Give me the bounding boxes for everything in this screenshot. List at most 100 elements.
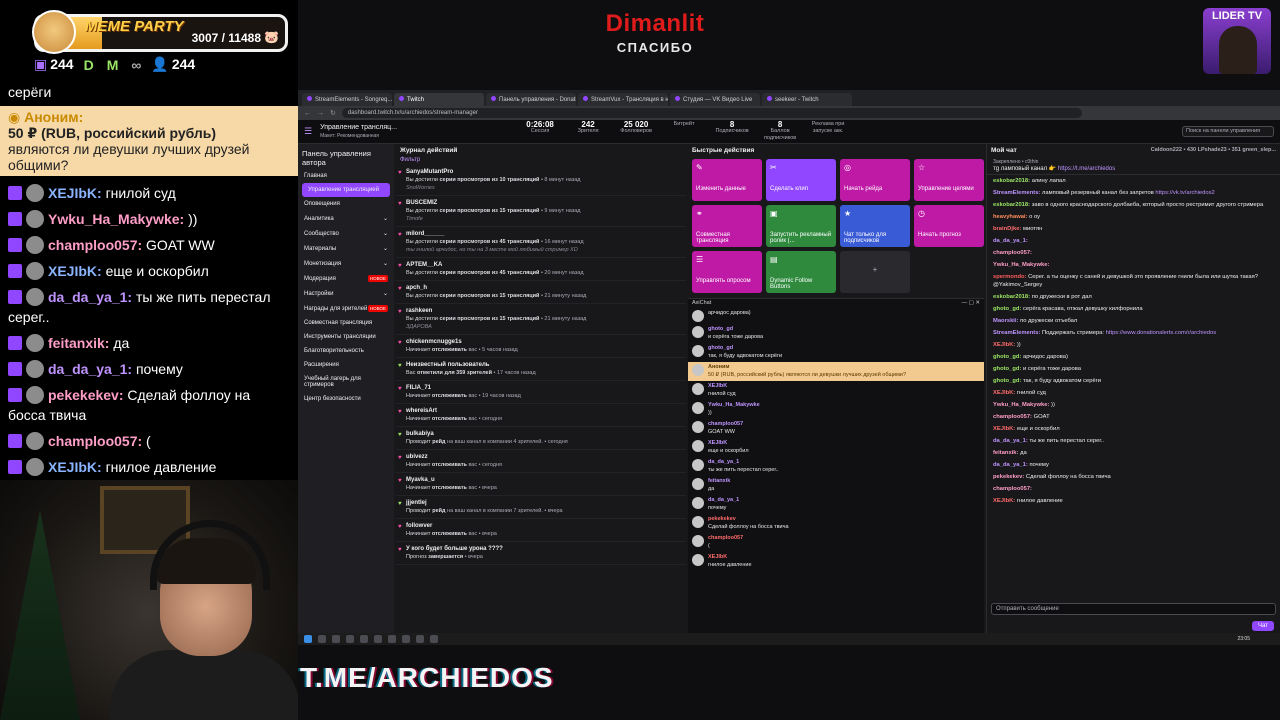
sidenav-item[interactable]: Совместная трансляция bbox=[298, 316, 394, 330]
menu-icon[interactable]: ☰ bbox=[304, 126, 312, 137]
chat-username[interactable]: XEJIbK: bbox=[993, 390, 1015, 396]
chat-username[interactable]: eskobar2018: bbox=[993, 178, 1030, 184]
chat-username[interactable]: da_da_ya_1: bbox=[993, 462, 1028, 468]
back-icon[interactable]: ← bbox=[304, 110, 311, 117]
dashboard-search-input[interactable]: Поиск на панели управления bbox=[1182, 126, 1274, 137]
sidenav-item[interactable]: Модерация НОВОЕ bbox=[298, 271, 394, 286]
chat-username[interactable]: ghoto_gd: bbox=[993, 378, 1021, 384]
chat-username[interactable]: eskobar2018: bbox=[993, 294, 1030, 300]
quick-action-button[interactable]: ⚭ Совместная трансляция bbox=[692, 205, 762, 247]
taskbar-app-icon[interactable] bbox=[360, 635, 368, 643]
quick-action-button[interactable]: ☆ Управление целями bbox=[914, 159, 984, 201]
chat-username[interactable]: pekekekev: bbox=[993, 474, 1024, 480]
taskbar-app-icon[interactable] bbox=[388, 635, 396, 643]
chat-username[interactable]: XEJIbK: bbox=[993, 342, 1015, 348]
taskbar-app-icon[interactable] bbox=[332, 635, 340, 643]
activity-item[interactable]: ♥ Myavka_u Начинает отслеживать вас • вчер… bbox=[396, 473, 686, 496]
taskbar-app-icon[interactable] bbox=[430, 635, 438, 643]
chat-username[interactable]: Ywku_Ha_Makywke: bbox=[993, 402, 1049, 408]
activity-item[interactable]: ♥ FILIA_71 Начинает отслеживать вас • 19 ч… bbox=[396, 381, 686, 404]
browser-tab[interactable]: seekeer - Twitch bbox=[762, 93, 852, 106]
sidenav-item[interactable]: Благотворительность bbox=[298, 344, 394, 358]
taskbar-app-icon[interactable] bbox=[402, 635, 410, 643]
quick-action-button[interactable]: ◷ Начать прогноз bbox=[914, 205, 984, 247]
chat-username[interactable]: StreamElements: bbox=[993, 190, 1040, 196]
activity-item[interactable]: ♥ milord______ Вы достигли серии просмотро… bbox=[396, 227, 686, 258]
sidenav-item[interactable]: Сообщество ⌄ bbox=[298, 226, 394, 241]
quick-action-button[interactable]: ▤ Dynamic Follow Buttons bbox=[766, 251, 836, 293]
window-controls-icon[interactable]: — ▢ ✕ bbox=[962, 300, 980, 307]
reload-icon[interactable]: ↻ bbox=[330, 109, 336, 117]
activity-item[interactable]: ♥ BUSCEMIZ Вы достигли серии просмотров из… bbox=[396, 196, 686, 227]
browser-tab[interactable]: Панель управления - DonationAl... bbox=[486, 93, 576, 106]
activity-item[interactable]: ♥ Неизвестный пользователь Вас отметили дл… bbox=[396, 358, 686, 381]
quick-action-button[interactable]: ☰ Управлять опросом bbox=[692, 251, 762, 293]
chat-username[interactable]: da_da_ya_1: bbox=[993, 238, 1028, 244]
activity-item[interactable]: ♥ jjjentlej Проводит рейд на ваш канал в к… bbox=[396, 496, 686, 519]
activity-heading[interactable]: Журнал действий bbox=[396, 144, 686, 157]
chat-username[interactable]: eskobar2018: bbox=[993, 202, 1030, 208]
sidenav-item[interactable]: Награды для зрителей НОВОЕ bbox=[298, 301, 394, 316]
browser-tab[interactable]: Twitch bbox=[394, 93, 484, 106]
search-icon[interactable] bbox=[318, 635, 326, 643]
sidenav-item[interactable]: Инструменты трансляции bbox=[298, 330, 394, 344]
sidenav-item[interactable]: Настройки ⌄ bbox=[298, 286, 394, 301]
chat-username[interactable]: champloo057: bbox=[993, 414, 1032, 420]
start-icon[interactable] bbox=[304, 635, 312, 643]
chat-username[interactable]: brainDjke: bbox=[993, 226, 1021, 232]
chat-username[interactable]: champloo057: bbox=[993, 486, 1032, 492]
taskbar-app-icon[interactable] bbox=[374, 635, 382, 643]
sidenav-item[interactable]: Расширения bbox=[298, 358, 394, 372]
sidenav-item[interactable]: Главная bbox=[298, 169, 394, 183]
chat-link[interactable]: https://vk.tv/archiedos2 bbox=[1155, 190, 1214, 196]
chat-username[interactable]: Maorskii: bbox=[993, 318, 1018, 324]
sidenav-item[interactable]: Оповещения bbox=[298, 197, 394, 211]
sidenav-item[interactable]: Учебный лагерь для стримеров bbox=[298, 372, 394, 392]
chat-username[interactable]: spermondo: bbox=[993, 274, 1027, 280]
chat-send-button[interactable]: Чат bbox=[1252, 621, 1274, 631]
taskbar-app-icon[interactable] bbox=[346, 635, 354, 643]
chat-input[interactable]: Отправить сообщение bbox=[991, 603, 1276, 615]
chat-username[interactable]: XEJIbK: bbox=[993, 498, 1015, 504]
chat-username[interactable]: champloo057: bbox=[993, 250, 1032, 256]
chat-username[interactable]: Ywku_Ha_Makywke: bbox=[993, 262, 1049, 268]
pinned-link[interactable]: https://t.me/archiedos bbox=[1058, 166, 1115, 172]
add-quick-action-button[interactable]: + bbox=[840, 251, 910, 293]
quick-action-button[interactable]: ◎ Начать рейда bbox=[840, 159, 910, 201]
sidenav-item[interactable]: Центр безопасности bbox=[298, 392, 394, 406]
chat-link[interactable]: https://www.donationalerts.com/r/archied… bbox=[1106, 330, 1217, 336]
activity-item[interactable]: ♥ whereisArt Начинает отслеживать вас • се… bbox=[396, 404, 686, 427]
chat-username[interactable]: heavyhawai: bbox=[993, 214, 1027, 220]
activity-item[interactable]: ♥ SanyaMutantPro Вы достигли серии просмот… bbox=[396, 165, 686, 196]
sidenav-item[interactable]: Монетизация ⌄ bbox=[298, 256, 394, 271]
browser-tab[interactable]: Студия — VK Видео Live bbox=[670, 93, 760, 106]
activity-item[interactable]: ♥ APTEM__KA Вы достигли серии просмотров и… bbox=[396, 258, 686, 281]
activity-item[interactable]: ♥ apch_h Вы достигли серии просмотров из 1… bbox=[396, 281, 686, 304]
activity-item[interactable]: ♥ bulkabiya Проводит рейд на ваш канал в к… bbox=[396, 427, 686, 450]
chat-username[interactable]: da_da_ya_1: bbox=[993, 438, 1028, 444]
sidenav-item[interactable]: Управление трансляцией bbox=[302, 183, 390, 197]
chat-username[interactable]: ghoto_gd: bbox=[993, 366, 1021, 372]
activity-item[interactable]: ♥ У кого будет больше урона ???? Прогноз з… bbox=[396, 542, 686, 565]
quick-action-button[interactable]: ✂ Сделать клип bbox=[766, 159, 836, 201]
activity-item[interactable]: ♥ ubivezz Начинает отслеживать вас • сегод… bbox=[396, 450, 686, 473]
chat-username[interactable]: XEJIbK: bbox=[993, 426, 1015, 432]
taskbar-app-icon[interactable] bbox=[416, 635, 424, 643]
url-field[interactable]: dashboard.twitch.tv/u/archiedos/stream-m… bbox=[341, 108, 1082, 118]
browser-tab[interactable]: StreamElements - Songreq... bbox=[302, 93, 392, 106]
chat-username[interactable]: ghoto_gd: bbox=[993, 354, 1021, 360]
sidenav-item[interactable]: Материалы ⌄ bbox=[298, 241, 394, 256]
quick-action-button[interactable]: ▣ Запустить рекламный ролик (... bbox=[766, 205, 836, 247]
quick-action-button[interactable]: ★ Чат только для подписчиков bbox=[840, 205, 910, 247]
forward-icon[interactable]: → bbox=[317, 110, 324, 117]
sidenav-item[interactable]: Аналитика ⌄ bbox=[298, 211, 394, 226]
activity-item[interactable]: ♥ chickenmcnugge1s Начинает отслеживать ва… bbox=[396, 335, 686, 358]
browser-tab[interactable]: StreamVux - Трансляция в неск... bbox=[578, 93, 668, 106]
chat-username[interactable]: ghoto_gd: bbox=[993, 306, 1021, 312]
activity-item[interactable]: ♥ followver Начинает отслеживать вас • вче… bbox=[396, 519, 686, 542]
activity-filter[interactable]: Фильтр bbox=[396, 157, 686, 165]
quick-action-button[interactable]: ✎ Изменить данные bbox=[692, 159, 762, 201]
chat-username[interactable]: feitanxik: bbox=[993, 450, 1018, 456]
chat-username[interactable]: StreamElements: bbox=[993, 330, 1040, 336]
activity-item[interactable]: ♥ rashkeen Вы достигли серии просмотров из… bbox=[396, 304, 686, 335]
